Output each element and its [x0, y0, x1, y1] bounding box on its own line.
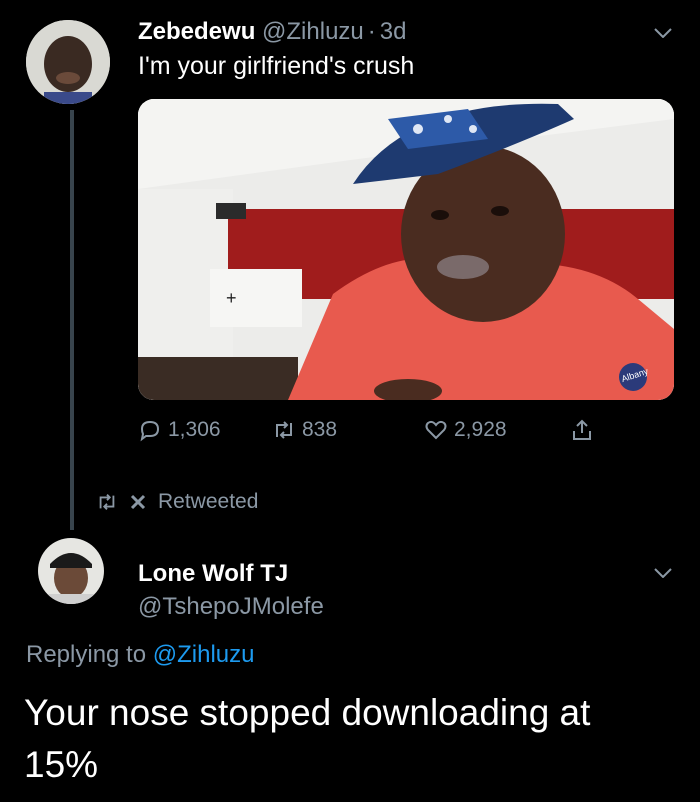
like-action[interactable]: 2,928: [424, 418, 507, 442]
retweet-status: Retweeted: [96, 490, 258, 514]
replying-to-link[interactable]: @Zihluzu: [153, 641, 255, 668]
author-display-name[interactable]: Zebedewu: [138, 18, 255, 45]
share-icon: [573, 419, 591, 440]
reply-icon: [140, 420, 160, 442]
reply-text-line-2: 15%: [24, 744, 99, 785]
like-icon: [425, 420, 447, 440]
replying-to-line: Replying to @Zihluzu: [26, 641, 254, 669]
reply-handle[interactable]: @TshepoJMolefe: [138, 593, 324, 621]
tweet-photo[interactable]: + Albany: [138, 99, 674, 400]
reply-action[interactable]: 1,306: [138, 418, 221, 442]
chevron-down-icon[interactable]: [654, 28, 672, 38]
retweet-count: 838: [302, 418, 338, 441]
retweet-icon: [99, 494, 115, 510]
retweet-action[interactable]: 838: [272, 418, 337, 442]
tweet-actions: 1,306 838 2,928: [138, 418, 608, 448]
share-action[interactable]: [570, 418, 594, 442]
thread-line: [70, 110, 74, 530]
tweet-timestamp[interactable]: 3d: [380, 18, 407, 45]
tweet-text: I'm your girlfriend's crush: [138, 52, 415, 80]
tweet-author-avatar[interactable]: [26, 20, 110, 104]
author-handle[interactable]: @Zihluzu: [262, 18, 364, 45]
reply-author-avatar[interactable]: [38, 538, 104, 604]
reply-text-line-1: Your nose stopped downloading at: [24, 692, 591, 733]
retweet-status-label: Retweeted: [158, 490, 259, 513]
reply-count: 1,306: [168, 418, 221, 441]
tweet-header: Zebedewu @Zihluzu · 3d: [138, 18, 406, 46]
close-icon: [130, 494, 146, 510]
replying-to-prefix: Replying to: [26, 641, 147, 668]
svg-text:+: +: [226, 288, 237, 308]
like-count: 2,928: [454, 418, 507, 441]
header-separator: ·: [367, 18, 376, 45]
reply-text: Your nose stopped downloading at 15%: [24, 687, 590, 791]
retweet-icon: [276, 421, 292, 439]
reply-display-name[interactable]: Lone Wolf TJ: [138, 560, 288, 588]
chevron-down-icon[interactable]: [654, 568, 672, 578]
